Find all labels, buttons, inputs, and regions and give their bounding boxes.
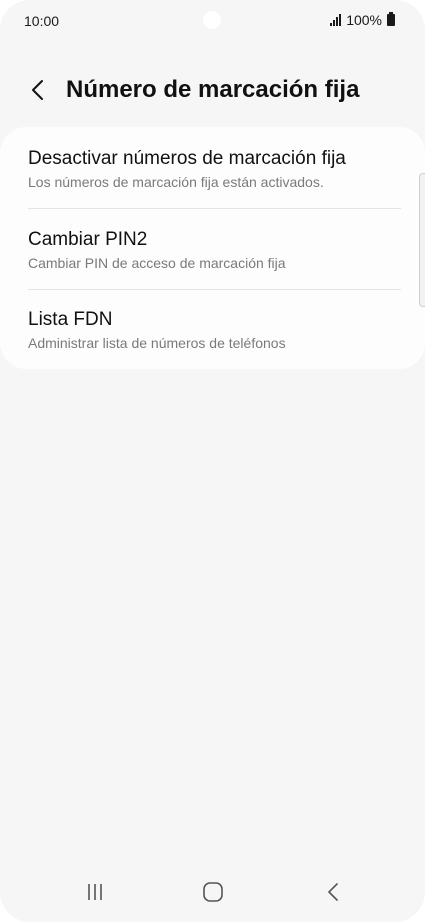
page-title: Número de marcación fija bbox=[66, 76, 360, 103]
app-bar: Número de marcación fija bbox=[0, 68, 425, 112]
back-button[interactable] bbox=[22, 74, 54, 106]
phone-screen: 10:00 100% Número de marcación fija Desa… bbox=[0, 0, 425, 922]
item-title: Lista FDN bbox=[28, 309, 113, 330]
status-time: 10:00 bbox=[24, 13, 60, 29]
item-title: Desactivar números de marcación fija bbox=[28, 148, 346, 169]
battery-percentage: 100% bbox=[346, 12, 382, 28]
recent-apps-icon bbox=[88, 884, 102, 900]
list-item-disable-fdn[interactable]: Desactivar números de marcación fija Los… bbox=[0, 127, 425, 207]
nav-back-button[interactable] bbox=[313, 872, 353, 912]
home-icon bbox=[203, 882, 223, 902]
scrollbar[interactable] bbox=[419, 173, 425, 307]
list-item-fdn-list[interactable]: Lista FDN Administrar lista de números d… bbox=[0, 290, 425, 370]
home-button[interactable] bbox=[193, 872, 233, 912]
list-item-change-pin2[interactable]: Cambiar PIN2 Cambiar PIN de acceso de ma… bbox=[0, 209, 425, 289]
battery-icon bbox=[387, 12, 395, 26]
item-subtitle: Cambiar PIN de acceso de marcación fija bbox=[28, 255, 286, 271]
back-icon bbox=[328, 883, 338, 901]
signal-icon bbox=[330, 14, 342, 26]
item-subtitle: Administrar lista de números de teléfono… bbox=[28, 335, 286, 351]
settings-card: Desactivar números de marcación fija Los… bbox=[0, 127, 425, 369]
chevron-left-icon bbox=[32, 80, 43, 100]
status-bar: 10:00 100% bbox=[0, 0, 425, 42]
status-icons: 100% bbox=[330, 12, 395, 28]
camera-cutout bbox=[203, 11, 221, 29]
item-title: Cambiar PIN2 bbox=[28, 229, 148, 250]
item-subtitle: Los números de marcación fija están acti… bbox=[28, 174, 324, 190]
navigation-bar bbox=[0, 860, 425, 922]
recent-apps-button[interactable] bbox=[75, 872, 115, 912]
